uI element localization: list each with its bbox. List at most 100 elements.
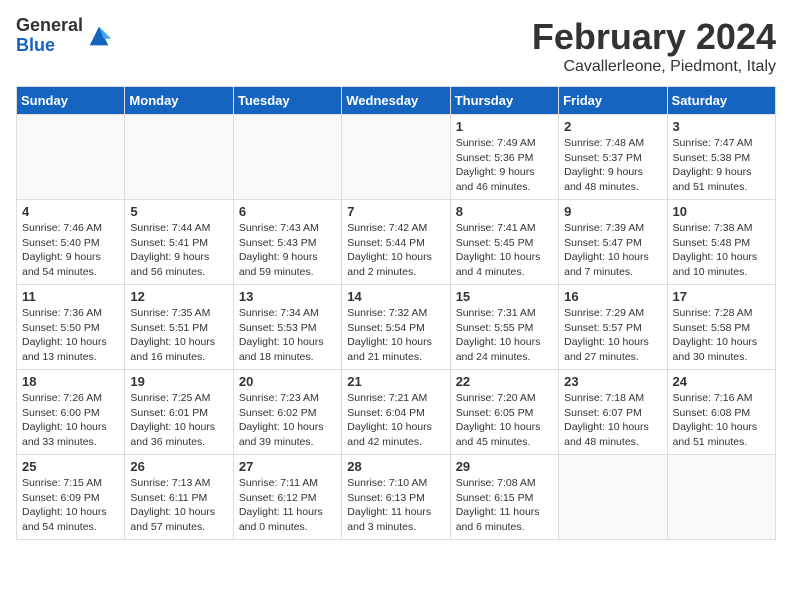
- calendar-cell: [233, 115, 341, 200]
- day-number: 10: [673, 204, 770, 219]
- day-info: Sunrise: 7:39 AM Sunset: 5:47 PM Dayligh…: [564, 221, 661, 280]
- header-row: SundayMondayTuesdayWednesdayThursdayFrid…: [17, 87, 776, 115]
- day-number: 15: [456, 289, 553, 304]
- day-number: 29: [456, 459, 553, 474]
- calendar-cell: 9 Sunrise: 7:39 AM Sunset: 5:47 PM Daylig…: [559, 200, 667, 285]
- calendar-cell: 13Sunrise: 7:34 AM Sunset: 5:53 PM Dayli…: [233, 285, 341, 370]
- calendar-table: SundayMondayTuesdayWednesdayThursdayFrid…: [16, 86, 776, 540]
- calendar-cell: 27 Sunrise: 7:11 AM Sunset: 6:12 PM Dayli…: [233, 455, 341, 540]
- day-info: Sunrise: 7:23 AM Sunset: 6:02 PM Dayligh…: [239, 391, 336, 450]
- day-number: 11: [22, 289, 119, 304]
- day-number: 8: [456, 204, 553, 219]
- day-number: 23: [564, 374, 661, 389]
- calendar-cell: 23Sunrise: 7:18 AM Sunset: 6:07 PM Dayli…: [559, 370, 667, 455]
- calendar-cell: 2 Sunrise: 7:48 AM Sunset: 5:37 PM Daylig…: [559, 115, 667, 200]
- calendar-cell: 22 Sunrise: 7:20 AM Sunset: 6:05 PM Dayli…: [450, 370, 558, 455]
- calendar-cell: 18Sunrise: 7:26 AM Sunset: 6:00 PM Dayli…: [17, 370, 125, 455]
- day-number: 24: [673, 374, 770, 389]
- day-number: 2: [564, 119, 661, 134]
- col-header-saturday: Saturday: [667, 87, 775, 115]
- title-area: February 2024 Cavallerleone, Piedmont, I…: [532, 16, 776, 76]
- col-header-wednesday: Wednesday: [342, 87, 450, 115]
- day-number: 6: [239, 204, 336, 219]
- month-title: February 2024: [532, 16, 776, 58]
- calendar-cell: 21Sunrise: 7:21 AM Sunset: 6:04 PM Dayli…: [342, 370, 450, 455]
- calendar-cell: [667, 455, 775, 540]
- logo-blue: Blue: [16, 35, 55, 55]
- day-number: 26: [130, 459, 227, 474]
- day-number: 14: [347, 289, 444, 304]
- day-info: Sunrise: 7:13 AM Sunset: 6:11 PM Dayligh…: [130, 476, 227, 535]
- calendar-cell: [17, 115, 125, 200]
- day-info: Sunrise: 7:11 AM Sunset: 6:12 PM Dayligh…: [239, 476, 336, 535]
- week-row-3: 11 Sunrise: 7:36 AM Sunset: 5:50 PM Dayli…: [17, 285, 776, 370]
- day-info: Sunrise: 7:32 AM Sunset: 5:54 PM Dayligh…: [347, 306, 444, 365]
- day-number: 19: [130, 374, 227, 389]
- calendar-cell: 5 Sunrise: 7:44 AM Sunset: 5:41 PM Daylig…: [125, 200, 233, 285]
- week-row-1: 1 Sunrise: 7:49 AM Sunset: 5:36 PM Daylig…: [17, 115, 776, 200]
- day-number: 16: [564, 289, 661, 304]
- day-info: Sunrise: 7:47 AM Sunset: 5:38 PM Dayligh…: [673, 136, 770, 195]
- day-info: Sunrise: 7:48 AM Sunset: 5:37 PM Dayligh…: [564, 136, 661, 195]
- day-number: 13: [239, 289, 336, 304]
- week-row-5: 25 Sunrise: 7:15 AM Sunset: 6:09 PM Dayli…: [17, 455, 776, 540]
- header: General Blue February 2024 Cavallerleone…: [16, 16, 776, 76]
- day-info: Sunrise: 7:08 AM Sunset: 6:15 PM Dayligh…: [456, 476, 553, 535]
- day-number: 27: [239, 459, 336, 474]
- logo: General Blue: [16, 16, 113, 56]
- day-info: Sunrise: 7:21 AM Sunset: 6:04 PM Dayligh…: [347, 391, 444, 450]
- day-info: Sunrise: 7:44 AM Sunset: 5:41 PM Dayligh…: [130, 221, 227, 280]
- calendar-cell: 7 Sunrise: 7:42 AM Sunset: 5:44 PM Daylig…: [342, 200, 450, 285]
- calendar-cell: 17 Sunrise: 7:28 AM Sunset: 5:58 PM Dayli…: [667, 285, 775, 370]
- calendar-cell: 4Sunrise: 7:46 AM Sunset: 5:40 PM Daylig…: [17, 200, 125, 285]
- day-info: Sunrise: 7:10 AM Sunset: 6:13 PM Dayligh…: [347, 476, 444, 535]
- day-info: Sunrise: 7:29 AM Sunset: 5:57 PM Dayligh…: [564, 306, 661, 365]
- calendar-cell: 26 Sunrise: 7:13 AM Sunset: 6:11 PM Dayli…: [125, 455, 233, 540]
- calendar-cell: 20 Sunrise: 7:23 AM Sunset: 6:02 PM Dayli…: [233, 370, 341, 455]
- day-info: Sunrise: 7:15 AM Sunset: 6:09 PM Dayligh…: [22, 476, 119, 535]
- logo-general: General: [16, 15, 83, 35]
- location-title: Cavallerleone, Piedmont, Italy: [532, 58, 776, 76]
- day-info: Sunrise: 7:46 AM Sunset: 5:40 PM Dayligh…: [22, 221, 119, 280]
- calendar-cell: 10Sunrise: 7:38 AM Sunset: 5:48 PM Dayli…: [667, 200, 775, 285]
- calendar-cell: [559, 455, 667, 540]
- calendar-cell: 6 Sunrise: 7:43 AM Sunset: 5:43 PM Daylig…: [233, 200, 341, 285]
- calendar-cell: 16 Sunrise: 7:29 AM Sunset: 5:57 PM Dayli…: [559, 285, 667, 370]
- calendar-cell: [342, 115, 450, 200]
- day-number: 25: [22, 459, 119, 474]
- calendar-cell: 28 Sunrise: 7:10 AM Sunset: 6:13 PM Dayli…: [342, 455, 450, 540]
- col-header-monday: Monday: [125, 87, 233, 115]
- week-row-4: 18Sunrise: 7:26 AM Sunset: 6:00 PM Dayli…: [17, 370, 776, 455]
- day-number: 3: [673, 119, 770, 134]
- day-info: Sunrise: 7:26 AM Sunset: 6:00 PM Dayligh…: [22, 391, 119, 450]
- day-info: Sunrise: 7:35 AM Sunset: 5:51 PM Dayligh…: [130, 306, 227, 365]
- day-info: Sunrise: 7:49 AM Sunset: 5:36 PM Dayligh…: [456, 136, 553, 195]
- day-number: 20: [239, 374, 336, 389]
- calendar-cell: 11 Sunrise: 7:36 AM Sunset: 5:50 PM Dayli…: [17, 285, 125, 370]
- calendar-cell: [125, 115, 233, 200]
- calendar-cell: 14 Sunrise: 7:32 AM Sunset: 5:54 PM Dayli…: [342, 285, 450, 370]
- day-number: 9: [564, 204, 661, 219]
- day-info: Sunrise: 7:28 AM Sunset: 5:58 PM Dayligh…: [673, 306, 770, 365]
- week-row-2: 4Sunrise: 7:46 AM Sunset: 5:40 PM Daylig…: [17, 200, 776, 285]
- day-number: 22: [456, 374, 553, 389]
- day-number: 28: [347, 459, 444, 474]
- day-info: Sunrise: 7:43 AM Sunset: 5:43 PM Dayligh…: [239, 221, 336, 280]
- day-number: 1: [456, 119, 553, 134]
- day-info: Sunrise: 7:42 AM Sunset: 5:44 PM Dayligh…: [347, 221, 444, 280]
- day-info: Sunrise: 7:41 AM Sunset: 5:45 PM Dayligh…: [456, 221, 553, 280]
- col-header-sunday: Sunday: [17, 87, 125, 115]
- day-number: 7: [347, 204, 444, 219]
- day-number: 12: [130, 289, 227, 304]
- day-number: 5: [130, 204, 227, 219]
- calendar-cell: 24Sunrise: 7:16 AM Sunset: 6:08 PM Dayli…: [667, 370, 775, 455]
- calendar-cell: 8 Sunrise: 7:41 AM Sunset: 5:45 PM Daylig…: [450, 200, 558, 285]
- day-info: Sunrise: 7:25 AM Sunset: 6:01 PM Dayligh…: [130, 391, 227, 450]
- day-info: Sunrise: 7:31 AM Sunset: 5:55 PM Dayligh…: [456, 306, 553, 365]
- calendar-cell: 1 Sunrise: 7:49 AM Sunset: 5:36 PM Daylig…: [450, 115, 558, 200]
- day-number: 17: [673, 289, 770, 304]
- day-info: Sunrise: 7:36 AM Sunset: 5:50 PM Dayligh…: [22, 306, 119, 365]
- logo-icon: [85, 22, 113, 50]
- day-info: Sunrise: 7:20 AM Sunset: 6:05 PM Dayligh…: [456, 391, 553, 450]
- calendar-cell: 29 Sunrise: 7:08 AM Sunset: 6:15 PM Dayli…: [450, 455, 558, 540]
